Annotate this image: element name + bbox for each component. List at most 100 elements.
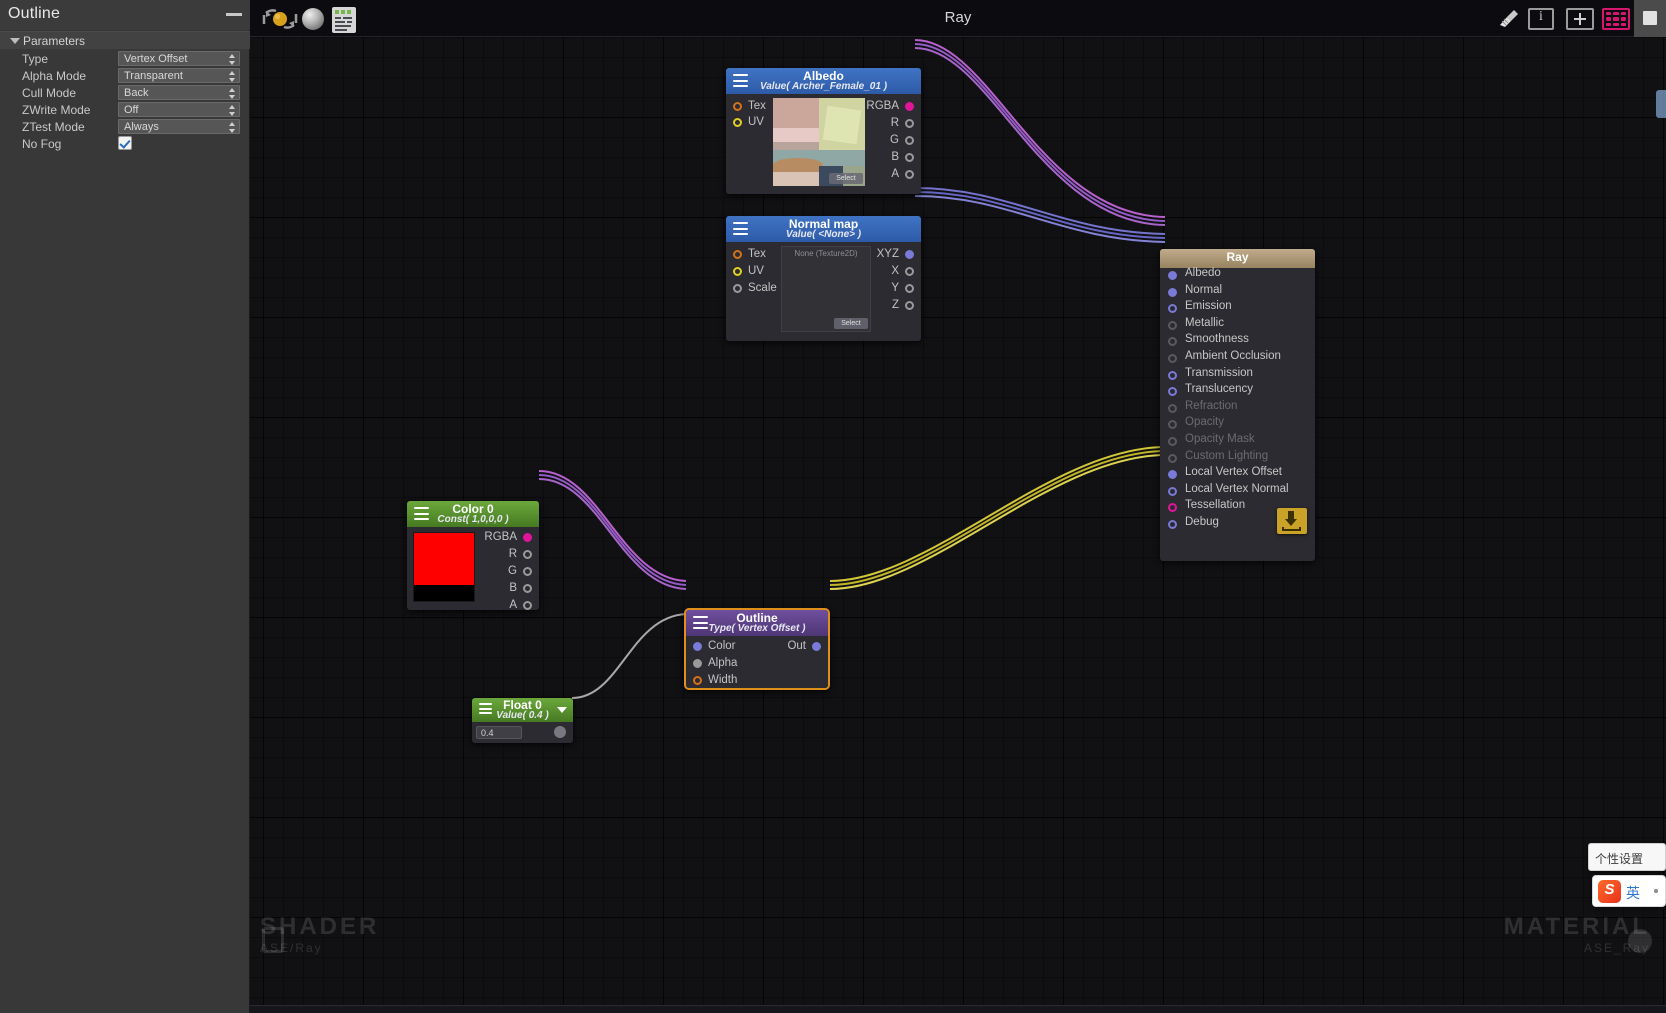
- color-swatch[interactable]: [413, 532, 475, 602]
- texture-thumbnail[interactable]: Select: [773, 98, 865, 186]
- right-edge-panel-handle[interactable]: [1656, 90, 1666, 118]
- ray-port-label: Translucency: [1185, 383, 1253, 396]
- ray-port-smoothness[interactable]: Smoothness: [1160, 333, 1315, 351]
- node-subtitle: Value( Archer_Female_01 ): [759, 81, 888, 92]
- ztest-mode-dropdown[interactable]: Always: [118, 119, 240, 134]
- select-texture-button[interactable]: Select: [834, 318, 868, 329]
- node-header[interactable]: Color 0 Const( 1,0,0,0 ): [407, 501, 539, 527]
- ray-port-normal[interactable]: Normal: [1160, 284, 1315, 302]
- save-download-icon[interactable]: [1277, 508, 1307, 534]
- port-b-output[interactable]: [905, 153, 914, 162]
- select-texture-button[interactable]: Select: [829, 173, 863, 184]
- chevron-down-icon[interactable]: [557, 707, 567, 713]
- port-color-input[interactable]: [693, 642, 702, 651]
- node-outline[interactable]: Outline Type( Vertex Offset ) Color Alph…: [684, 608, 830, 690]
- ray-port-emission[interactable]: Emission: [1160, 300, 1315, 318]
- node-header[interactable]: Albedo Value( Archer_Female_01 ): [726, 68, 921, 94]
- port-tex-input[interactable]: [733, 250, 742, 259]
- tray: [1282, 527, 1301, 531]
- cleanup-broom-icon[interactable]: [1497, 8, 1521, 30]
- cull-mode-dropdown[interactable]: Back: [118, 85, 240, 100]
- float-value-input[interactable]: 0.4: [476, 726, 522, 739]
- port-label-g: G: [890, 134, 899, 146]
- ray-port-local-vertex-offset[interactable]: Local Vertex Offset: [1160, 466, 1315, 484]
- port-tex-input[interactable]: [733, 102, 742, 111]
- add-node-icon[interactable]: [1566, 8, 1594, 30]
- ray-port-label: Debug: [1185, 516, 1219, 528]
- stepper-arrows-icon: [228, 88, 235, 99]
- ray-port-albedo[interactable]: Albedo: [1160, 267, 1315, 285]
- ray-port-metallic[interactable]: Metallic: [1160, 316, 1315, 335]
- zwrite-mode-dropdown[interactable]: Off: [118, 102, 240, 117]
- ray-port-opacity-mask[interactable]: Opacity Mask: [1160, 433, 1315, 451]
- node-color0[interactable]: Color 0 Const( 1,0,0,0 ) RGBA R G B A: [407, 501, 539, 611]
- param-label: Cull Mode: [22, 86, 77, 100]
- ime-language-toggle[interactable]: 英: [1626, 883, 1640, 903]
- node-float0[interactable]: Float 0 Value( 0.4 ) 0.4: [472, 698, 573, 743]
- open-code-icon[interactable]: [332, 7, 356, 33]
- node-header[interactable]: Float 0 Value( 0.4 ): [472, 698, 573, 722]
- port-dot: [1168, 271, 1177, 280]
- port-r-output[interactable]: [523, 550, 532, 559]
- stop-live-preview-icon[interactable]: [1634, 0, 1666, 37]
- port-a-output[interactable]: [905, 170, 914, 179]
- no-fog-checkbox[interactable]: [118, 136, 132, 150]
- port-label-a: A: [891, 168, 899, 180]
- port-dot: [1168, 503, 1177, 513]
- parameters-label: Parameters: [23, 34, 86, 48]
- node-body: 0.4: [472, 722, 573, 743]
- node-header[interactable]: Ray: [1160, 249, 1315, 268]
- port-g-output[interactable]: [905, 136, 914, 145]
- minimize-icon[interactable]: [226, 13, 242, 16]
- ime-menu-dot-icon[interactable]: [1654, 889, 1658, 893]
- node-graph-canvas[interactable]: Albedo Value( Archer_Female_01 ) Tex UV: [250, 0, 1666, 1013]
- param-label: Alpha Mode: [22, 69, 87, 83]
- port-uv-input[interactable]: [733, 267, 742, 276]
- port-r-output[interactable]: [905, 119, 914, 128]
- port-width-input[interactable]: [693, 676, 702, 685]
- ime-toolbar[interactable]: S 英: [1592, 875, 1666, 907]
- dropdown-value: Always: [124, 121, 159, 133]
- port-rgba-output[interactable]: [523, 533, 532, 542]
- ray-port-translucency[interactable]: Translucency: [1160, 383, 1315, 401]
- ray-port-local-vertex-normal[interactable]: Local Vertex Normal: [1160, 483, 1315, 501]
- output-port-knob[interactable]: [554, 726, 566, 738]
- port-y-output[interactable]: [905, 284, 914, 293]
- ray-port-custom-lighting[interactable]: Custom Lighting: [1160, 450, 1315, 468]
- ray-port-label: Transmission: [1185, 366, 1253, 379]
- alpha-mode-dropdown[interactable]: Transparent: [118, 68, 240, 83]
- texture-thumbnail[interactable]: None (Texture2D) Select: [781, 246, 871, 332]
- port-z-output[interactable]: [905, 301, 914, 310]
- preview-sphere-icon[interactable]: [302, 8, 324, 30]
- port-dot: [1168, 403, 1177, 413]
- update-shader-icon[interactable]: [260, 7, 300, 31]
- ray-port-transmission[interactable]: Transmission: [1160, 366, 1315, 385]
- page-title: Outline: [8, 5, 61, 22]
- ray-port-ambient-occlusion[interactable]: Ambient Occlusion: [1160, 350, 1315, 368]
- type-dropdown[interactable]: Vertex Offset: [118, 51, 240, 66]
- ray-port-refraction[interactable]: Refraction: [1160, 400, 1315, 418]
- parameters-foldout[interactable]: Parameters: [0, 31, 250, 49]
- port-a-output[interactable]: [523, 601, 532, 610]
- port-xyz-output[interactable]: [905, 250, 914, 259]
- port-dot: [1168, 304, 1177, 314]
- grid-toggle-icon[interactable]: [1602, 8, 1630, 30]
- port-out-output[interactable]: [812, 642, 821, 651]
- node-albedo[interactable]: Albedo Value( Archer_Female_01 ) Tex UV: [726, 68, 921, 194]
- port-scale-input[interactable]: [733, 284, 742, 293]
- port-alpha-input[interactable]: [693, 659, 702, 668]
- node-header[interactable]: Normal map Value( <None> ): [726, 216, 921, 242]
- ray-port-opacity[interactable]: Opacity: [1160, 416, 1315, 434]
- shader-watermark-path: ASE/Ray: [260, 941, 323, 955]
- port-uv-input[interactable]: [733, 118, 742, 127]
- ime-settings-tooltip[interactable]: 个性设置: [1588, 843, 1666, 871]
- port-b-output[interactable]: [523, 584, 532, 593]
- info-icon[interactable]: i: [1528, 8, 1554, 30]
- port-x-output[interactable]: [905, 267, 914, 276]
- node-header[interactable]: Outline Type( Vertex Offset ): [686, 610, 828, 636]
- sogou-logo-icon[interactable]: S: [1598, 880, 1621, 903]
- ray-port-label: Metallic: [1185, 316, 1224, 329]
- node-normal-map[interactable]: Normal map Value( <None> ) Tex UV Scale …: [726, 216, 921, 341]
- port-g-output[interactable]: [523, 567, 532, 576]
- port-rgba-output[interactable]: [905, 102, 914, 111]
